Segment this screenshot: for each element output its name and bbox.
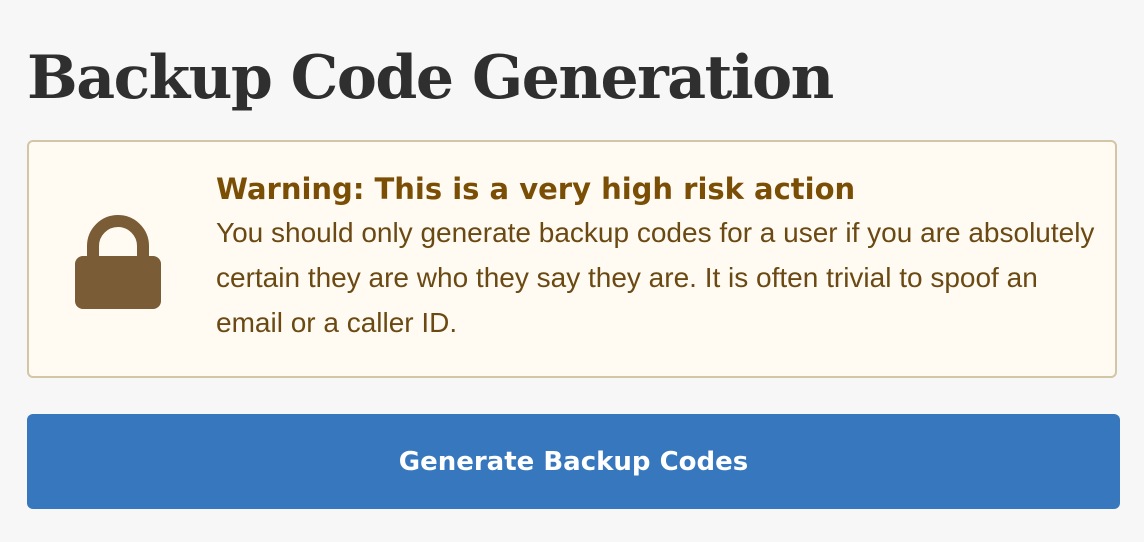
lock-icon (73, 212, 163, 312)
warning-text: Warning: This is a very high risk action… (216, 168, 1096, 345)
warning-callout: Warning: This is a very high risk action… (27, 140, 1117, 378)
warning-message: You should only generate backup codes fo… (216, 217, 1095, 338)
page-title: Backup Code Generation (27, 43, 834, 113)
warning-heading: Warning: This is a very high risk action (216, 172, 856, 206)
generate-backup-codes-button[interactable]: Generate Backup Codes (27, 414, 1120, 509)
